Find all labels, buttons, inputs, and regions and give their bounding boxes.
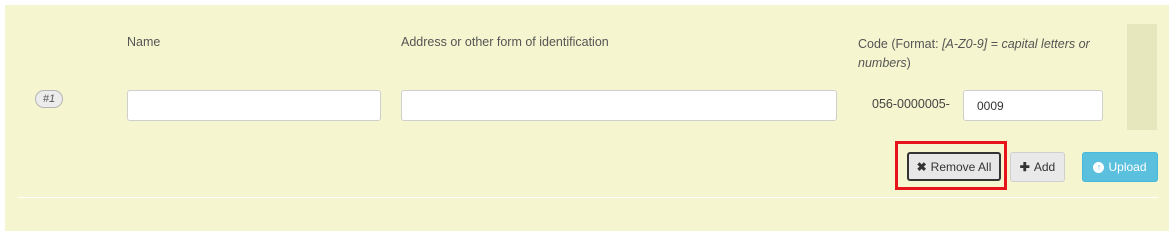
divider xyxy=(18,197,1158,198)
name-column-header: Name xyxy=(127,35,161,49)
upload-label: Upload xyxy=(1108,160,1147,174)
remove-all-label: Remove All xyxy=(930,159,992,174)
address-column-header: Address or other form of identification xyxy=(401,35,609,49)
times-icon: ✖ xyxy=(916,159,927,174)
code-header-close: ) xyxy=(906,56,911,70)
address-input[interactable] xyxy=(401,90,837,121)
code-prefix: 056-0000005- xyxy=(872,97,950,111)
name-input[interactable] xyxy=(127,90,381,121)
remove-all-button[interactable]: ✖ Remove All xyxy=(907,152,1001,181)
code-input[interactable] xyxy=(963,90,1103,121)
scrollbar[interactable] xyxy=(1127,24,1157,130)
add-button[interactable]: ✚ Add xyxy=(1010,152,1065,182)
upload-button[interactable]: ↑ Upload xyxy=(1082,152,1158,182)
arrow-up-circle-icon: ↑ xyxy=(1093,161,1105,173)
add-label: Add xyxy=(1033,160,1056,174)
plus-icon: ✚ xyxy=(1019,160,1030,174)
row-number-badge: #1 xyxy=(35,90,63,108)
code-column-header: Code (Format: [A-Z0-9] = capital letters… xyxy=(858,35,1118,73)
code-header-text: Code (Format: xyxy=(858,37,943,51)
